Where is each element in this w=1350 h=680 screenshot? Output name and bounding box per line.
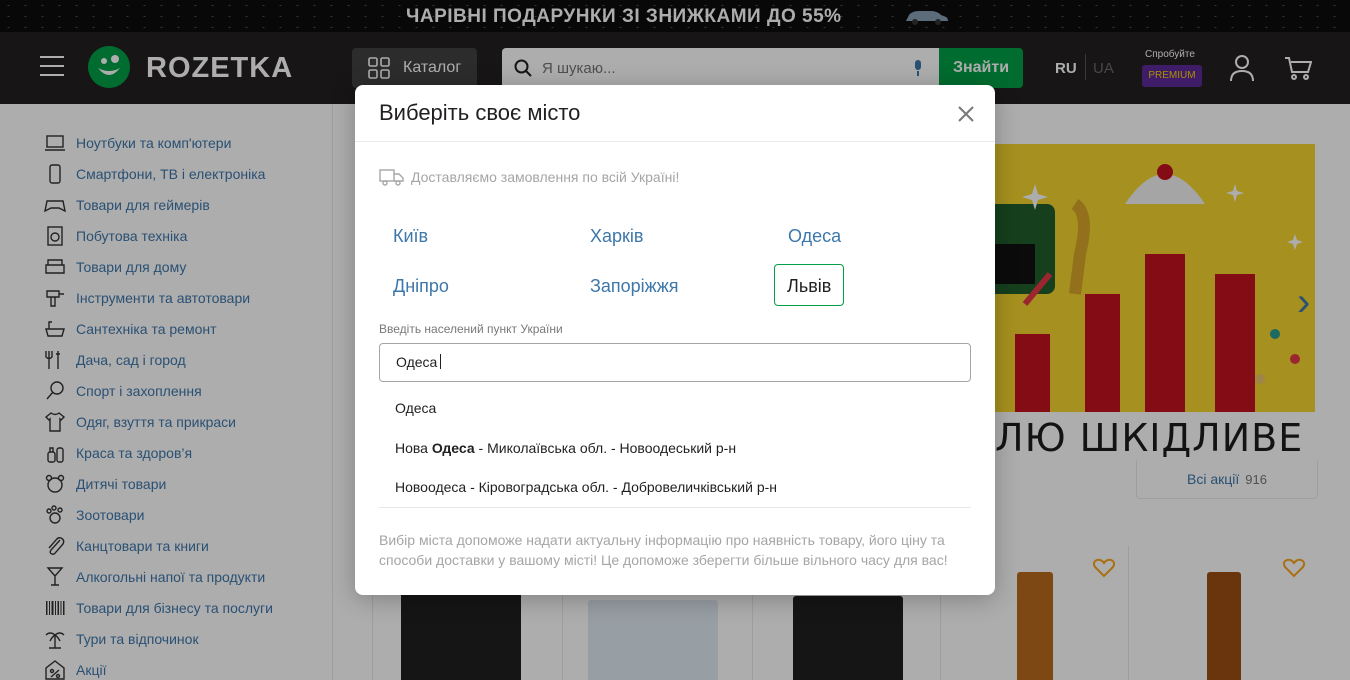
suggestion-item[interactable]: Новоодеса - Кіровоградська обл. - Добров… — [395, 479, 777, 495]
delivery-text: Доставляємо замовлення по всій Україні! — [411, 169, 680, 185]
text-caret — [440, 354, 442, 369]
city-kyiv[interactable]: Київ — [380, 214, 441, 256]
city-input-value: Одеса — [396, 354, 438, 370]
modal-title: Виберіть своє місто — [379, 100, 581, 125]
close-icon[interactable] — [957, 105, 975, 123]
city-suggestions: Одеса Нова Одеса - Миколаївська обл. - Н… — [379, 387, 971, 508]
city-odesa[interactable]: Одеса — [775, 214, 854, 256]
city-select-modal: Виберіть своє місто Доставляємо замовлен… — [355, 85, 995, 595]
modal-note: Вибір міста допоможе надати актуальну ін… — [379, 532, 948, 568]
suggestion-item[interactable]: Нова Одеса - Миколаївська обл. - Новооде… — [395, 440, 736, 456]
city-zaporizhzhia[interactable]: Запоріжжя — [577, 264, 691, 306]
suggestion-item[interactable]: Одеса — [395, 400, 436, 416]
city-kharkiv[interactable]: Харків — [577, 214, 656, 256]
city-input[interactable]: Одеса — [379, 343, 971, 382]
delivery-info: Доставляємо замовлення по всій Україні! — [379, 168, 679, 186]
modal-header: Виберіть своє місто — [355, 85, 995, 142]
city-dnipro[interactable]: Дніпро — [380, 264, 462, 306]
city-input-label: Введіть населений пункт України — [379, 322, 563, 336]
city-lviv[interactable]: Львів — [774, 264, 845, 306]
truck-icon — [379, 169, 404, 186]
